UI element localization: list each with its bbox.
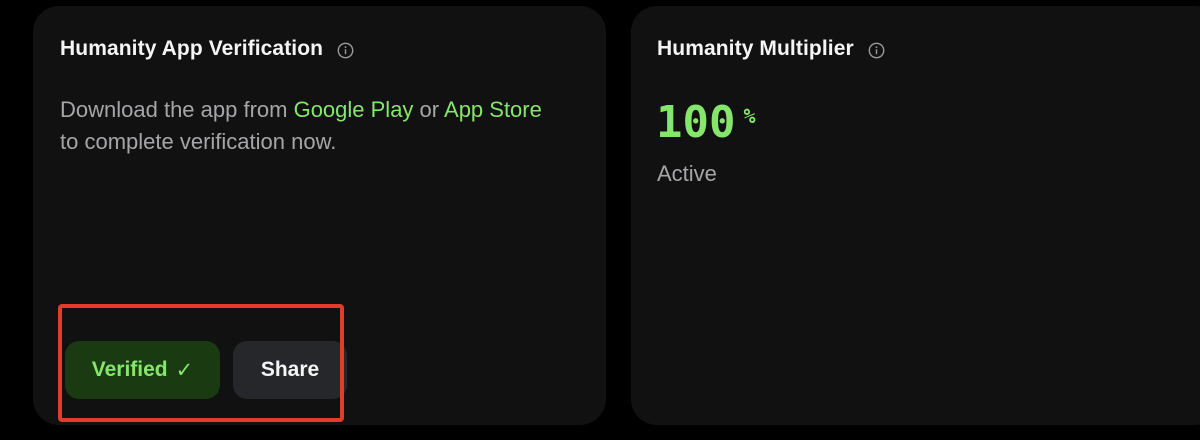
multiplier-card-title: Humanity Multiplier [657,37,854,60]
verification-card-title-row: Humanity App Verification [60,37,354,61]
multiplier-value: 100 [656,97,736,148]
google-play-link[interactable]: Google Play [294,97,414,122]
verified-button[interactable]: Verified ✓ [65,341,220,399]
humanity-app-verification-card: Humanity App Verification Download the a… [33,6,606,425]
humanity-multiplier-card: Humanity Multiplier 100 % Active [631,6,1200,425]
checkmark-icon: ✓ [175,358,194,382]
share-button[interactable]: Share [233,341,347,399]
description-prefix: Download the app from [60,97,294,122]
multiplier-unit: % [743,104,756,128]
multiplier-card-title-row: Humanity Multiplier [657,37,885,61]
verification-actions: Verified ✓ Share [65,341,347,399]
share-button-label: Share [260,358,320,381]
multiplier-readout: 100 % [656,100,756,146]
description-suffix: to complete verification now. [60,129,337,154]
app-store-link[interactable]: App Store [444,97,542,122]
verified-button-label: Verified [91,358,168,381]
info-icon[interactable] [868,41,885,58]
verification-card-title: Humanity App Verification [60,37,324,60]
description-middle: or [413,97,445,122]
verification-description: Download the app from Google Play or App… [60,94,560,158]
multiplier-status: Active [657,161,717,186]
info-icon[interactable] [337,41,354,58]
